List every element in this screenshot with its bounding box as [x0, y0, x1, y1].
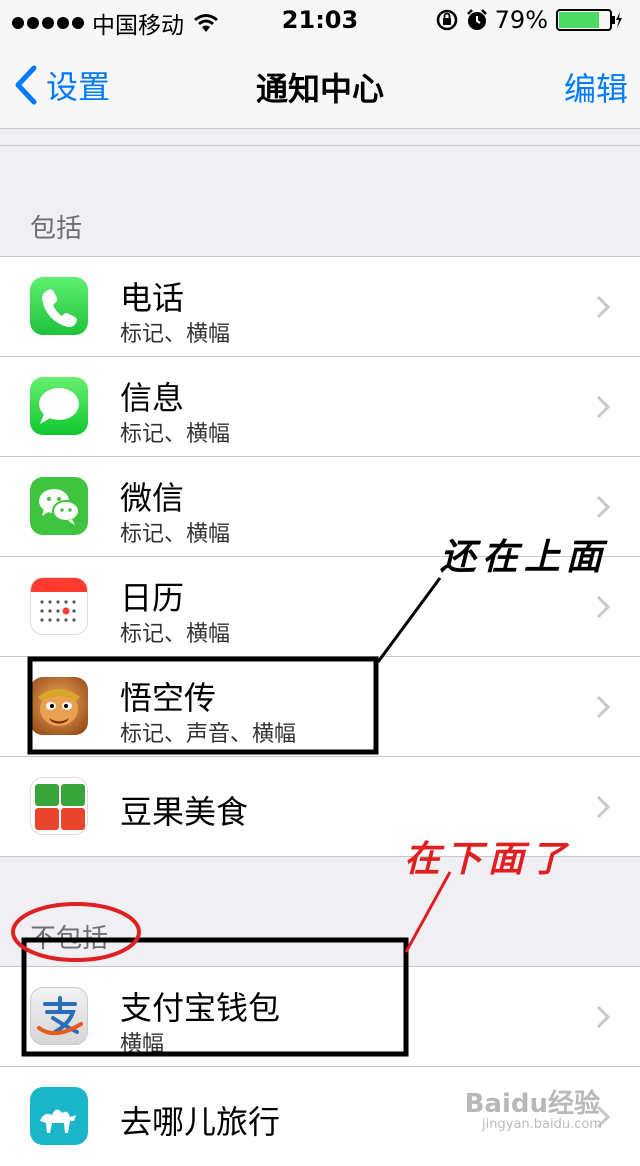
- highlight-box-wukong: [27, 656, 379, 755]
- watermark-url: jingyan.baidu.com: [482, 1117, 602, 1132]
- annotation-line-black: [376, 577, 442, 663]
- annotation-line-red: [404, 871, 452, 953]
- annotation-still-above: 还在上面: [440, 536, 609, 578]
- highlight-circle-excluded: [11, 902, 141, 962]
- highlight-box-alipay: [21, 937, 409, 1057]
- annotation-now-below: 在下面了: [404, 838, 573, 880]
- watermark-logo: Baidu经验: [464, 1089, 600, 1119]
